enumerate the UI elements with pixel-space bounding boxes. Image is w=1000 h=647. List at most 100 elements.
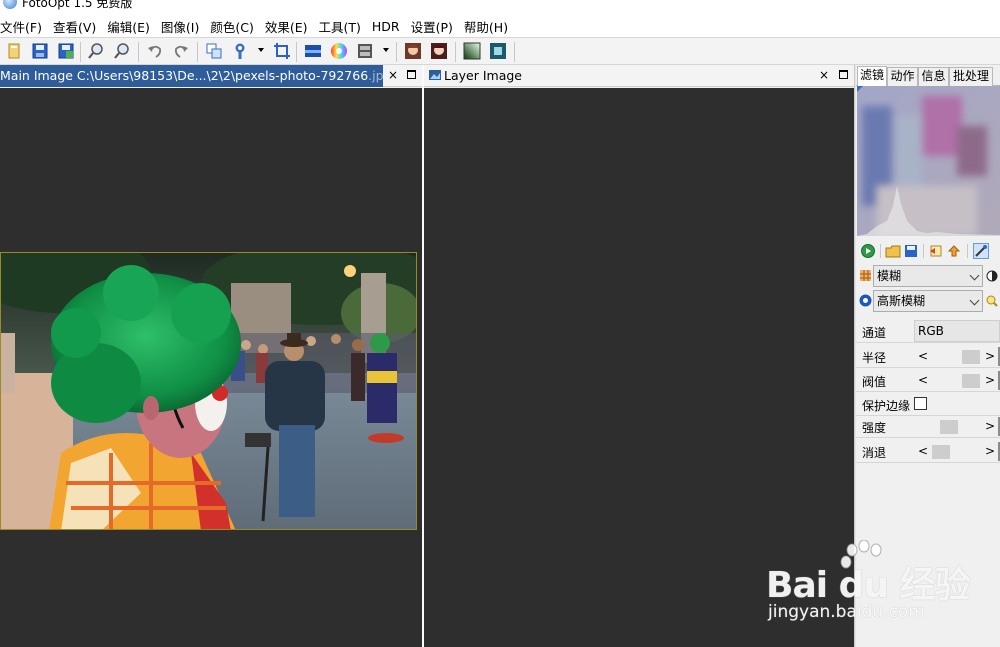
filter-radio-icon[interactable] <box>859 294 872 307</box>
protect-edges-row: 保护边缘 <box>856 393 1000 416</box>
portrait-icon[interactable] <box>403 41 423 61</box>
toolbar-separator <box>197 42 198 62</box>
threshold-slider-thumb[interactable] <box>962 374 980 388</box>
export-icon[interactable] <box>946 243 962 259</box>
filter-name-value: 高斯模糊 <box>877 294 926 308</box>
layer-image-header: Layer Image × <box>424 65 854 87</box>
protect-edges-label: 保护边缘 <box>862 399 911 413</box>
toolbar-separator <box>455 42 456 62</box>
channel-value: RGB <box>918 324 944 338</box>
fade-decrease-button[interactable]: < <box>918 444 928 458</box>
menu-tools[interactable]: 工具(T) <box>319 17 367 36</box>
brush-icon[interactable] <box>230 41 250 61</box>
layer-image-icon <box>429 70 441 80</box>
filter-toolbar <box>856 240 1000 262</box>
crop-icon[interactable] <box>272 41 292 61</box>
redo-icon[interactable] <box>171 41 191 61</box>
menu-edit[interactable]: 编辑(E) <box>107 17 156 36</box>
filter-toolbar-separator <box>923 244 924 258</box>
threshold-label: 阀值 <box>862 375 887 389</box>
filmstrip-dropdown-arrow[interactable] <box>383 48 389 52</box>
toolbar-separator <box>80 42 81 62</box>
preview-histogram-image <box>857 86 1000 236</box>
new-icon[interactable] <box>4 41 24 61</box>
levels-icon[interactable] <box>303 41 323 61</box>
undo-icon[interactable] <box>145 41 165 61</box>
save-icon[interactable] <box>30 41 50 61</box>
radius-slider-thumb[interactable] <box>962 350 980 364</box>
tab-filters[interactable]: 滤镜 <box>857 66 887 87</box>
threshold-slider-row: 阀值 < > <box>856 369 1000 392</box>
menu-file[interactable]: 文件(F) <box>0 17 48 36</box>
strength-slider-row: 强度 > <box>856 415 1000 438</box>
magnifier-icon[interactable] <box>986 295 998 307</box>
main-image-close-button[interactable]: × <box>387 69 399 81</box>
protect-edges-checkbox[interactable] <box>914 397 927 410</box>
menu-hdr[interactable]: HDR <box>372 19 406 34</box>
main-image-maximize-button[interactable] <box>407 70 416 79</box>
clown-photo-image <box>1 253 416 529</box>
watermark-main-text: Bai du 经验 <box>766 565 971 606</box>
strength-increase-button[interactable]: > <box>985 419 995 433</box>
gradient-icon[interactable] <box>462 41 482 61</box>
copy-layer-icon[interactable] <box>204 41 224 61</box>
radius-decrease-button[interactable]: < <box>918 349 928 363</box>
layer-image-close-button[interactable]: × <box>818 69 830 81</box>
radius-label: 半径 <box>862 351 887 365</box>
main-image-tab-ext: .jpg <box>368 68 383 83</box>
save-preset-icon[interactable] <box>903 243 919 259</box>
tab-actions[interactable]: 动作 <box>887 67 918 86</box>
threshold-increase-button[interactable]: > <box>985 373 995 387</box>
main-image-tab-title: Main Image C:\Users\98153\De...\2\2\pexe… <box>0 68 369 83</box>
fade-slider-row: 消退 < > <box>856 440 1000 463</box>
fade-increase-button[interactable]: > <box>985 444 995 458</box>
menu-image[interactable]: 图像(I) <box>161 17 205 36</box>
enhance-icon[interactable] <box>488 41 508 61</box>
filter-name-select[interactable]: 高斯模糊 <box>873 290 983 312</box>
toolbar-separator <box>396 42 397 62</box>
filter-category-icon <box>860 270 871 281</box>
import-icon[interactable] <box>928 243 944 259</box>
baidu-jingyan-watermark: Bai du 经验 jingyan.baidu.com <box>766 540 1000 630</box>
filter-toolbar-separator <box>880 244 881 258</box>
chevron-down-icon <box>969 270 980 281</box>
channel-label: 通道 <box>862 326 887 340</box>
brush-dropdown-arrow[interactable] <box>258 48 264 52</box>
contrast-icon[interactable] <box>986 270 998 282</box>
main-image-photo[interactable] <box>0 252 417 530</box>
strength-slider-thumb[interactable] <box>940 420 958 434</box>
radius-slider-row: 半径 < > <box>856 345 1000 368</box>
open-preset-icon[interactable] <box>885 243 901 259</box>
menu-help[interactable]: 帮助(H) <box>464 17 514 36</box>
menu-settings[interactable]: 设置(P) <box>411 17 459 36</box>
menu-view[interactable]: 查看(V) <box>53 17 102 36</box>
portrait2-icon[interactable] <box>429 41 449 61</box>
menu-color[interactable]: 颜色(C) <box>210 17 259 36</box>
color-wheel-icon[interactable] <box>329 41 349 61</box>
threshold-decrease-button[interactable]: < <box>918 373 928 387</box>
apply-filter-icon[interactable] <box>860 243 876 259</box>
menu-effects[interactable]: 效果(E) <box>265 17 314 36</box>
channel-select[interactable]: RGB <box>914 320 1000 342</box>
eyedropper-icon[interactable] <box>973 243 989 259</box>
filter-preview-thumbnail <box>857 86 1000 236</box>
radius-increase-button[interactable]: > <box>985 349 995 363</box>
toolbar-separator <box>138 42 139 62</box>
fade-slider-thumb[interactable] <box>932 445 950 459</box>
filter-category-select[interactable]: 模糊 <box>873 265 983 287</box>
zoom-out-icon[interactable] <box>112 41 132 61</box>
watermark-url-text: jingyan.baidu.com <box>768 602 925 622</box>
toolbar-separator <box>514 42 515 62</box>
layer-image-title: Layer Image <box>444 68 522 83</box>
strength-label: 强度 <box>862 421 887 435</box>
main-image-tab[interactable]: Main Image C:\Users\98153\De...\2\2\pexe… <box>0 65 383 87</box>
fade-label: 消退 <box>862 446 887 460</box>
layer-image-maximize-button[interactable] <box>839 70 848 79</box>
zoom-in-icon[interactable] <box>86 41 106 61</box>
tab-batch[interactable]: 批处理 <box>949 67 993 86</box>
main-toolbar <box>0 37 1000 65</box>
save-as-icon[interactable] <box>56 41 76 61</box>
filmstrip-icon[interactable] <box>355 41 375 61</box>
tab-info[interactable]: 信息 <box>918 67 949 86</box>
toolbar-separator <box>296 42 297 62</box>
